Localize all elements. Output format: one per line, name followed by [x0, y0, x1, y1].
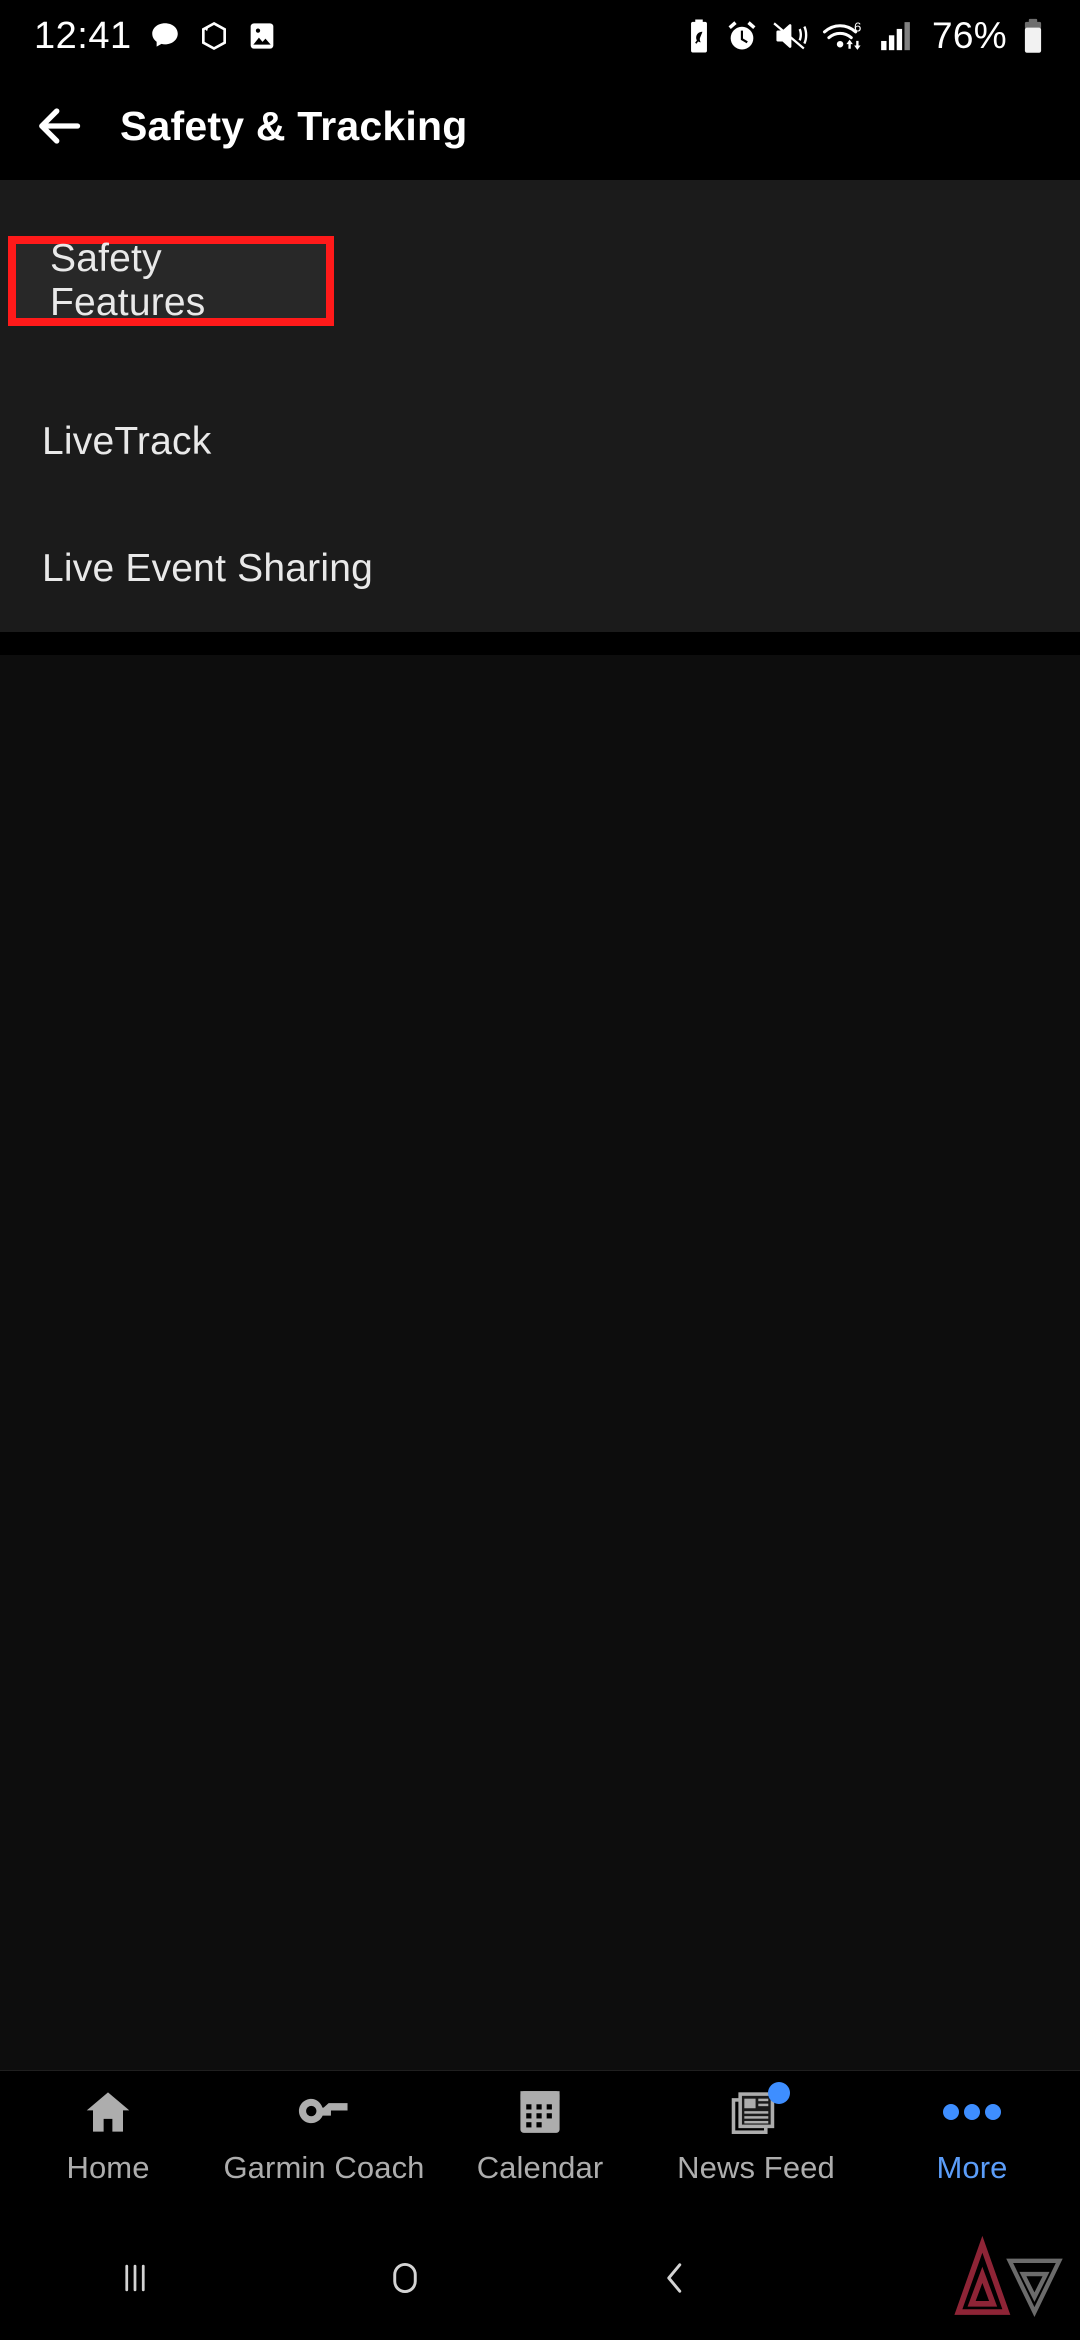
system-recents-button[interactable]	[0, 2256, 270, 2300]
cellular-signal-icon	[881, 22, 910, 51]
nav-tab-label: Home	[66, 2150, 150, 2185]
wifi-6-icon: 6	[823, 20, 861, 50]
bottom-navigation-bar: Home Garmin Coach Calendar News Feed Mor…	[0, 2070, 1080, 2215]
battery-percent-label: 76%	[932, 15, 1007, 56]
list-item-safety-features[interactable]: Safety Features	[8, 236, 334, 326]
back-button[interactable]	[0, 72, 120, 180]
mute-vibrate-icon	[773, 22, 808, 50]
list-item-livetrack[interactable]: LiveTrack	[0, 378, 1080, 505]
list-item-label: Safety Features	[50, 237, 206, 324]
chat-bubble-icon	[151, 23, 178, 47]
system-navigation-bar	[0, 2215, 1080, 2340]
phone-screen: 12:41 6 76% Safety & Tracking Safety Fea…	[0, 0, 1080, 2340]
list-item-live-event-sharing[interactable]: Live Event Sharing	[0, 505, 1080, 632]
list-item-safety-features-wrap: Safety Features	[0, 228, 1080, 334]
nav-tab-label: More	[936, 2150, 1008, 2185]
nav-icon-box	[83, 2085, 133, 2139]
svg-text:6: 6	[854, 20, 861, 35]
settings-list: Safety Features LiveTrack Live Event Sha…	[0, 180, 1080, 632]
recents-icon	[125, 2264, 145, 2291]
nav-tab-label: Garmin Coach	[223, 2150, 425, 2185]
nav-tab-garmin-coach[interactable]: Garmin Coach	[216, 2085, 432, 2186]
nav-tab-label: News Feed	[677, 2150, 835, 2185]
page-background	[0, 655, 1080, 2070]
home-icon	[86, 2092, 130, 2132]
home-circle-icon	[393, 2262, 417, 2293]
page-title: Safety & Tracking	[120, 102, 468, 149]
status-clock: 12:41	[34, 14, 132, 57]
status-bar: 12:41 6 76%	[0, 0, 1080, 72]
hexagon-loop-icon	[201, 21, 226, 51]
status-bar-right: 6 76%	[686, 15, 1046, 57]
system-back-button[interactable]	[540, 2256, 810, 2300]
back-chevron-icon	[667, 2262, 682, 2293]
triangle-watermark-icon	[954, 2236, 1063, 2318]
nav-icon-box	[516, 2085, 564, 2139]
battery-icon	[1024, 18, 1042, 53]
nav-tab-more[interactable]: More	[864, 2085, 1080, 2186]
status-bar-left: 12:41	[34, 15, 278, 58]
calendar-icon	[520, 2091, 560, 2133]
alarm-clock-icon	[728, 21, 756, 50]
nav-icon-box	[730, 2082, 790, 2139]
news-feed-badge	[768, 2082, 790, 2104]
nav-tab-label: Calendar	[476, 2150, 604, 2185]
nav-icon-box	[942, 2085, 1002, 2139]
nav-icon-box	[297, 2085, 351, 2139]
nav-tab-home[interactable]: Home	[0, 2085, 216, 2186]
whistle-icon	[298, 2098, 348, 2124]
battery-saver-icon	[691, 19, 707, 53]
app-header: Safety & Tracking	[0, 72, 1080, 180]
more-dots-icon	[943, 2104, 1001, 2120]
system-home-button[interactable]	[270, 2256, 540, 2300]
arrow-left-icon	[39, 108, 81, 144]
list-spacer	[0, 334, 1080, 378]
gallery-image-icon	[250, 23, 273, 49]
nav-tab-calendar[interactable]: Calendar	[432, 2085, 648, 2186]
nav-tab-news-feed[interactable]: News Feed	[648, 2082, 864, 2186]
list-item-label: Live Event Sharing	[42, 546, 373, 590]
list-item-label: LiveTrack	[42, 419, 212, 463]
